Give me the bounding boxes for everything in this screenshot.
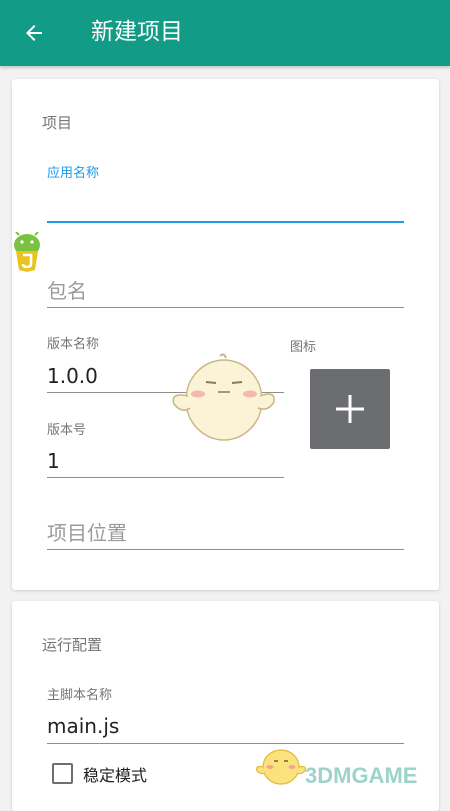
main-script-label: 主脚本名称 <box>47 688 113 703</box>
app-name-underline <box>47 221 404 223</box>
package-name-underline <box>47 307 404 308</box>
icon-label: 图标 <box>290 340 317 355</box>
version-code-value: 1 <box>47 449 60 473</box>
project-location-placeholder: 项目位置 <box>47 521 127 545</box>
page-title: 新建项目 <box>91 19 183 45</box>
main-script-value: main.js <box>47 714 120 738</box>
version-code-underline <box>47 477 284 478</box>
project-card: 项目 应用名称 包名 版本名称 1.0.0 图标 版本号 1 项目位置 <box>12 79 439 590</box>
package-name-field[interactable] <box>42 259 410 309</box>
chick-mascot-icon <box>256 749 306 785</box>
js-android-logo-icon <box>14 232 40 272</box>
arrow-left-icon <box>26 25 42 41</box>
project-section-title: 项目 <box>42 114 73 132</box>
add-icon-button[interactable] <box>310 369 390 449</box>
run-config-section-title: 运行配置 <box>42 636 103 654</box>
package-name-placeholder: 包名 <box>47 279 87 303</box>
stable-mode-label: 稳定模式 <box>83 766 148 785</box>
plus-icon <box>336 395 364 423</box>
version-name-label: 版本名称 <box>47 337 100 352</box>
app-name-label: 应用名称 <box>47 166 100 181</box>
app-bar: 新建项目 <box>0 0 450 66</box>
watermark-text: 3DMGAME <box>305 763 418 788</box>
version-code-label: 版本号 <box>47 423 87 438</box>
version-name-value: 1.0.0 <box>47 364 98 388</box>
back-button[interactable] <box>14 14 54 52</box>
stable-mode-checkbox[interactable] <box>52 763 73 784</box>
chick-mascot-icon <box>172 353 275 441</box>
main-script-underline <box>47 743 404 744</box>
project-location-underline <box>47 549 404 550</box>
